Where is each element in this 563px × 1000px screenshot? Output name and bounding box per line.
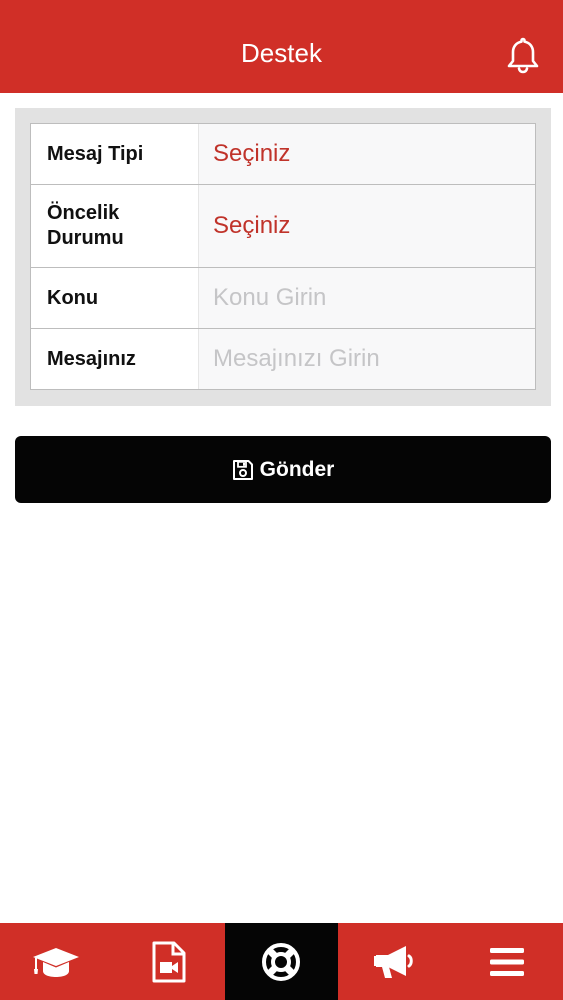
megaphone-icon (374, 945, 413, 978)
life-ring-icon (262, 942, 301, 981)
video-file-icon (152, 941, 186, 982)
form-row-message[interactable]: Mesajınız (30, 329, 536, 390)
support-form: Mesaj Tipi Seçiniz Öncelik Durumu Seçini… (30, 123, 536, 390)
bottom-tab-bar (0, 923, 563, 1000)
support-form-card: Mesaj Tipi Seçiniz Öncelik Durumu Seçini… (15, 108, 551, 406)
message-type-select[interactable]: Seçiniz (199, 124, 536, 184)
tab-video[interactable] (113, 923, 226, 1000)
floppy-disk-icon (232, 459, 253, 480)
tab-education[interactable] (0, 923, 113, 1000)
priority-label: Öncelik Durumu (30, 185, 199, 267)
bell-icon[interactable] (503, 35, 543, 75)
support-screen: Destek Mesaj Tipi Seçiniz Öncelik Durumu… (0, 0, 563, 1000)
menu-icon (489, 947, 524, 976)
app-header: Destek (0, 0, 563, 93)
subject-field-wrap (199, 268, 536, 328)
graduation-cap-icon (33, 947, 80, 977)
page-title: Destek (241, 38, 322, 68)
form-row-message-type[interactable]: Mesaj Tipi Seçiniz (30, 124, 536, 185)
message-type-label: Mesaj Tipi (30, 124, 199, 184)
message-label: Mesajınız (30, 329, 199, 389)
subject-label: Konu (30, 268, 199, 328)
priority-select[interactable]: Seçiniz (199, 185, 536, 267)
tab-menu[interactable] (450, 923, 563, 1000)
send-button[interactable]: Gönder (15, 436, 551, 503)
message-field-wrap (199, 329, 536, 389)
message-input[interactable] (213, 345, 513, 373)
tab-support[interactable] (225, 923, 338, 1000)
subject-input[interactable] (213, 284, 513, 312)
tab-announcements[interactable] (338, 923, 451, 1000)
form-row-subject[interactable]: Konu (30, 268, 536, 329)
form-row-priority[interactable]: Öncelik Durumu Seçiniz (30, 185, 536, 268)
send-button-label: Gönder (259, 457, 335, 481)
